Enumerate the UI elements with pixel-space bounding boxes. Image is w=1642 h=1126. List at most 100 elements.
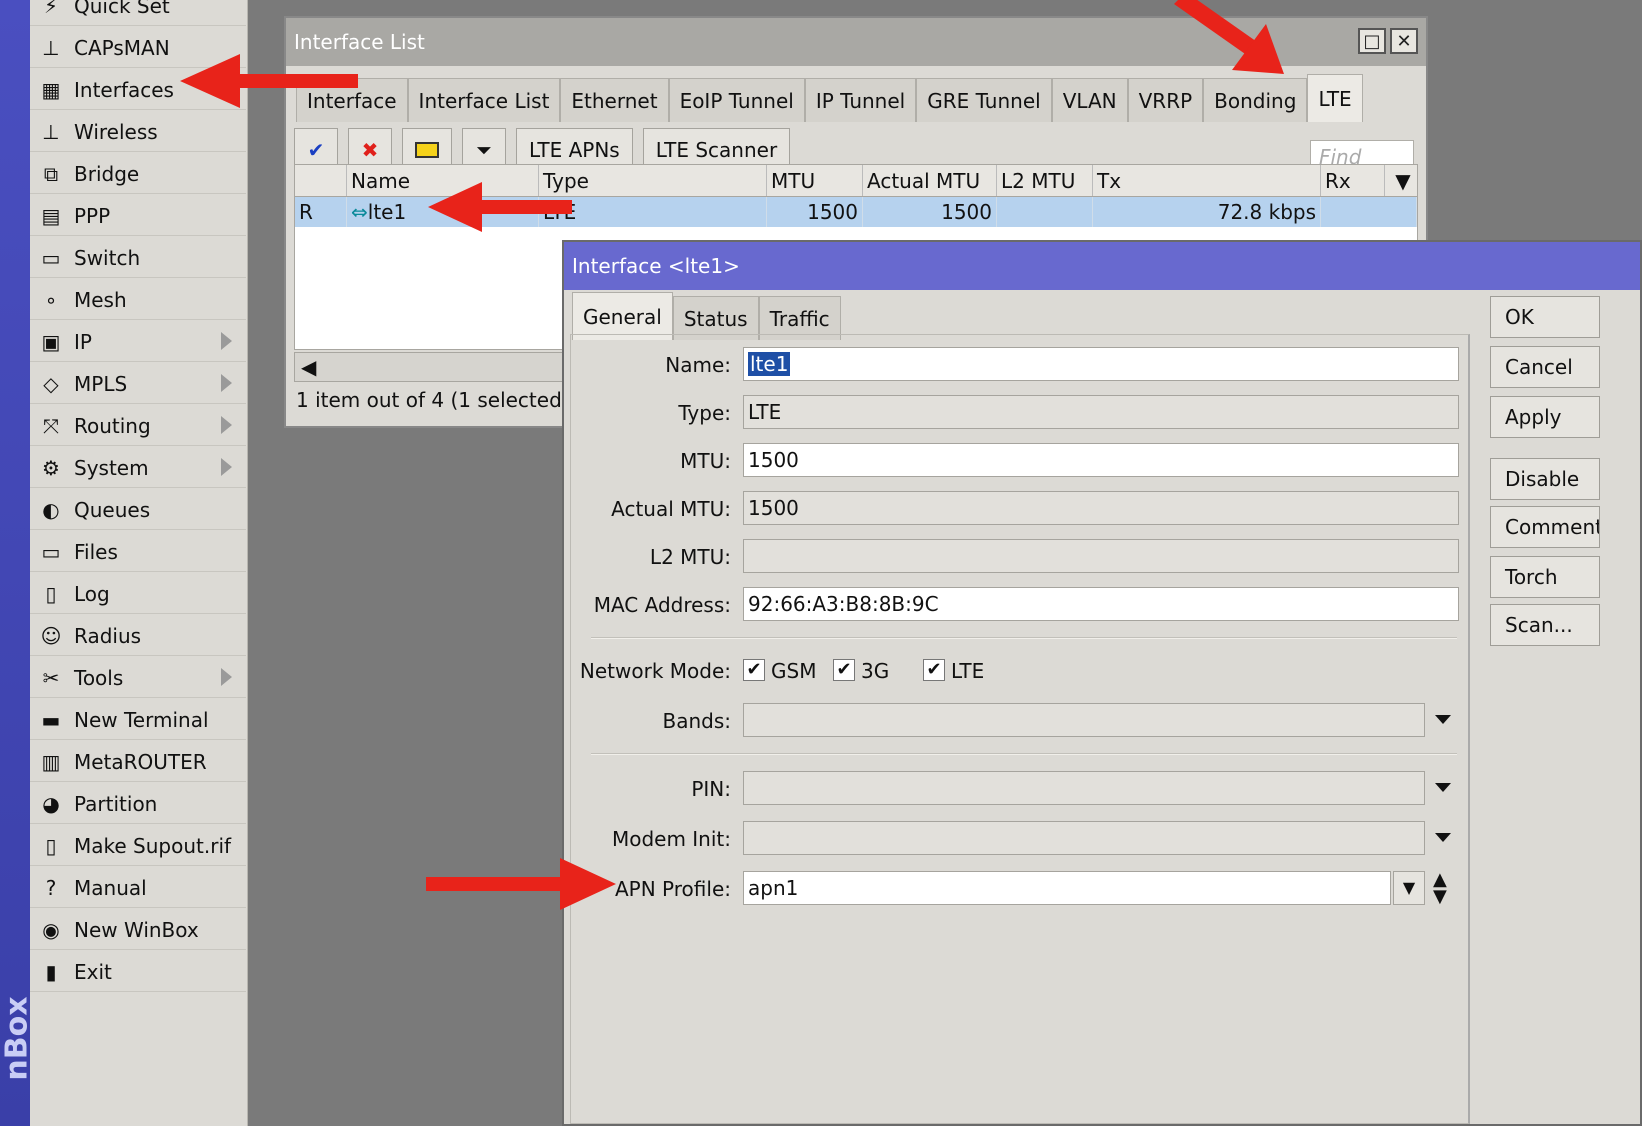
column-header[interactable]: Rx xyxy=(1321,165,1385,196)
torch-button[interactable]: Torch xyxy=(1490,556,1600,598)
mtu-field[interactable]: 1500 xyxy=(743,443,1459,477)
modem-init-label: Modem Init: xyxy=(611,827,731,851)
apn-add-remove-icon[interactable]: ▲ ▼ xyxy=(1433,871,1447,906)
column-header[interactable]: Name xyxy=(347,165,539,196)
bands-field[interactable] xyxy=(743,703,1425,737)
column-header[interactable]: Tx xyxy=(1093,165,1321,196)
sidebar-item-label: Bridge xyxy=(74,161,140,186)
sidebar-item-capsman[interactable]: ⊥ CAPsMAN xyxy=(30,28,246,68)
pin-dropdown-icon[interactable] xyxy=(1435,783,1451,792)
column-header[interactable]: L2 MTU xyxy=(997,165,1093,196)
cancel-button[interactable]: Cancel xyxy=(1490,346,1600,388)
table-row[interactable]: R ⇔lte1 LTE 1500 1500 72.8 kbps xyxy=(295,197,1417,227)
tab-vlan[interactable]: VLAN xyxy=(1051,78,1128,122)
log-icon: ▯ xyxy=(45,581,57,606)
scan-button[interactable]: Scan... xyxy=(1490,604,1600,646)
x-icon: ✖ xyxy=(361,138,379,162)
sidebar-item-label: MPLS xyxy=(74,371,128,396)
interface-list-titlebar[interactable]: Interface List □ ✕ xyxy=(286,18,1426,66)
sidebar-item-new-terminal[interactable]: ▬ New Terminal xyxy=(30,700,246,740)
sidebar-item-label: Wireless xyxy=(74,119,158,144)
sidebar-menu: ⚡ Quick Set ⊥ CAPsMAN ▦ Interfaces ⊥ Wireless ⧉ B… xyxy=(30,0,248,1126)
sidebar-item-metarouter[interactable]: ▥ MetaROUTER xyxy=(30,742,246,782)
row-type: LTE xyxy=(539,197,767,227)
tab-bonding[interactable]: Bonding xyxy=(1203,78,1308,122)
sidebar-item-quick-set[interactable]: ⚡ Quick Set xyxy=(30,0,246,26)
sidebar-item-routing[interactable]: ⤧ Routing xyxy=(30,406,246,446)
column-header[interactable]: Actual MTU xyxy=(863,165,997,196)
sidebar-item-new-winbox[interactable]: ◉ New WinBox xyxy=(30,910,246,950)
column-header[interactable]: Type xyxy=(539,165,767,196)
columns-dropdown-icon[interactable]: ▼ xyxy=(1385,165,1417,196)
sidebar-item-make-supout-rif[interactable]: ▯ Make Supout.rif xyxy=(30,826,246,866)
l2-mtu-field xyxy=(743,539,1459,573)
sidebar-item-wireless[interactable]: ⊥ Wireless xyxy=(30,112,246,152)
scroll-left-icon[interactable]: ◀ xyxy=(301,355,316,379)
sidebar-item-radius[interactable]: ☺ Radius xyxy=(30,616,246,656)
sidebar-item-mpls[interactable]: ◇ MPLS xyxy=(30,364,246,404)
gsm-checkbox[interactable]: ✔ xyxy=(743,659,765,681)
tab-lte[interactable]: LTE xyxy=(1307,74,1363,122)
disable-button[interactable]: Disable xyxy=(1490,458,1600,500)
sidebar-item-exit[interactable]: ▮ Exit xyxy=(30,952,246,992)
maximize-icon[interactable]: □ xyxy=(1358,28,1386,54)
sidebar-item-ip[interactable]: ▣ IP xyxy=(30,322,246,362)
column-header[interactable]: MTU xyxy=(767,165,863,196)
sidebar-item-label: Switch xyxy=(74,245,141,270)
modem-init-field[interactable] xyxy=(743,821,1425,855)
sidebar-item-files[interactable]: ▭ Files xyxy=(30,532,246,572)
sidebar-item-mesh[interactable]: ∘ Mesh xyxy=(30,280,246,320)
tab-interface-list[interactable]: Interface List xyxy=(407,78,561,122)
mtu-row: MTU: 1500 xyxy=(571,443,1471,479)
note-icon xyxy=(415,142,439,158)
pin-field[interactable] xyxy=(743,771,1425,805)
help-icon: ? xyxy=(45,875,57,900)
submenu-arrow-icon xyxy=(221,668,232,686)
sidebar-item-queues[interactable]: ◐ Queues xyxy=(30,490,246,530)
lte-checkbox[interactable]: ✔ xyxy=(923,659,945,681)
tab-interface[interactable]: Interface xyxy=(296,78,408,122)
close-icon[interactable]: ✕ xyxy=(1390,28,1418,54)
mpls-icon: ◇ xyxy=(43,371,59,396)
sidebar-item-label: Routing xyxy=(74,413,151,438)
sidebar-item-manual[interactable]: ? Manual xyxy=(30,868,246,908)
sidebar-item-switch[interactable]: ▭ Switch xyxy=(30,238,246,278)
sidebar-item-label: New Terminal xyxy=(74,707,209,732)
name-field[interactable]: lte1 xyxy=(743,347,1459,381)
tab-general[interactable]: General xyxy=(572,292,673,340)
apn-profile-field[interactable]: apn1 xyxy=(743,871,1391,905)
dialog-title: Interface <lte1> xyxy=(572,254,740,278)
modem-init-dropdown-icon[interactable] xyxy=(1435,833,1451,842)
bands-dropdown-icon[interactable] xyxy=(1435,715,1451,724)
window-title: Interface List xyxy=(294,30,425,54)
3g-checkbox[interactable]: ✔ xyxy=(833,659,855,681)
flag-column-header[interactable] xyxy=(295,165,347,196)
tab-vrrp[interactable]: VRRP xyxy=(1127,78,1204,122)
sidebar-item-interfaces[interactable]: ▦ Interfaces xyxy=(30,70,246,110)
sidebar-item-partition[interactable]: ◕ Partition xyxy=(30,784,246,824)
general-panel: Name: lte1 Type: LTE MTU: 1500 Actual MT… xyxy=(570,334,1470,1124)
mac-address-field[interactable]: 92:66:A3:B8:8B:9C xyxy=(743,587,1459,621)
sidebar-item-tools[interactable]: ✂ Tools xyxy=(30,658,246,698)
ok-button[interactable]: OK xyxy=(1490,296,1600,338)
tab-gre-tunnel[interactable]: GRE Tunnel xyxy=(916,78,1052,122)
sidebar-item-label: Mesh xyxy=(74,287,127,312)
sidebar-item-label: CAPsMAN xyxy=(74,35,170,60)
sidebar-item-system[interactable]: ⚙ System xyxy=(30,448,246,488)
sidebar-item-log[interactable]: ▯ Log xyxy=(30,574,246,614)
horizontal-scrollbar[interactable]: ◀ xyxy=(294,352,564,382)
mac-row: MAC Address: 92:66:A3:B8:8B:9C xyxy=(571,587,1471,623)
tab-ethernet[interactable]: Ethernet xyxy=(560,78,669,122)
comment-button[interactable]: Comment xyxy=(1490,506,1600,548)
sidebar-item-bridge[interactable]: ⧉ Bridge xyxy=(30,154,246,194)
tab-ip-tunnel[interactable]: IP Tunnel xyxy=(804,78,917,122)
antenna-icon: ⊥ xyxy=(42,35,60,60)
switch-icon: ▭ xyxy=(41,245,61,270)
dialog-titlebar[interactable]: Interface <lte1> xyxy=(564,242,1640,290)
apn-select-icon[interactable]: ▼ xyxy=(1393,871,1425,905)
sidebar-item-label: Log xyxy=(74,581,110,606)
sidebar-item-ppp[interactable]: ▤ PPP xyxy=(30,196,246,236)
apply-button[interactable]: Apply xyxy=(1490,396,1600,438)
tab-eoip-tunnel[interactable]: EoIP Tunnel xyxy=(668,78,805,122)
mtu-label: MTU: xyxy=(680,449,731,473)
